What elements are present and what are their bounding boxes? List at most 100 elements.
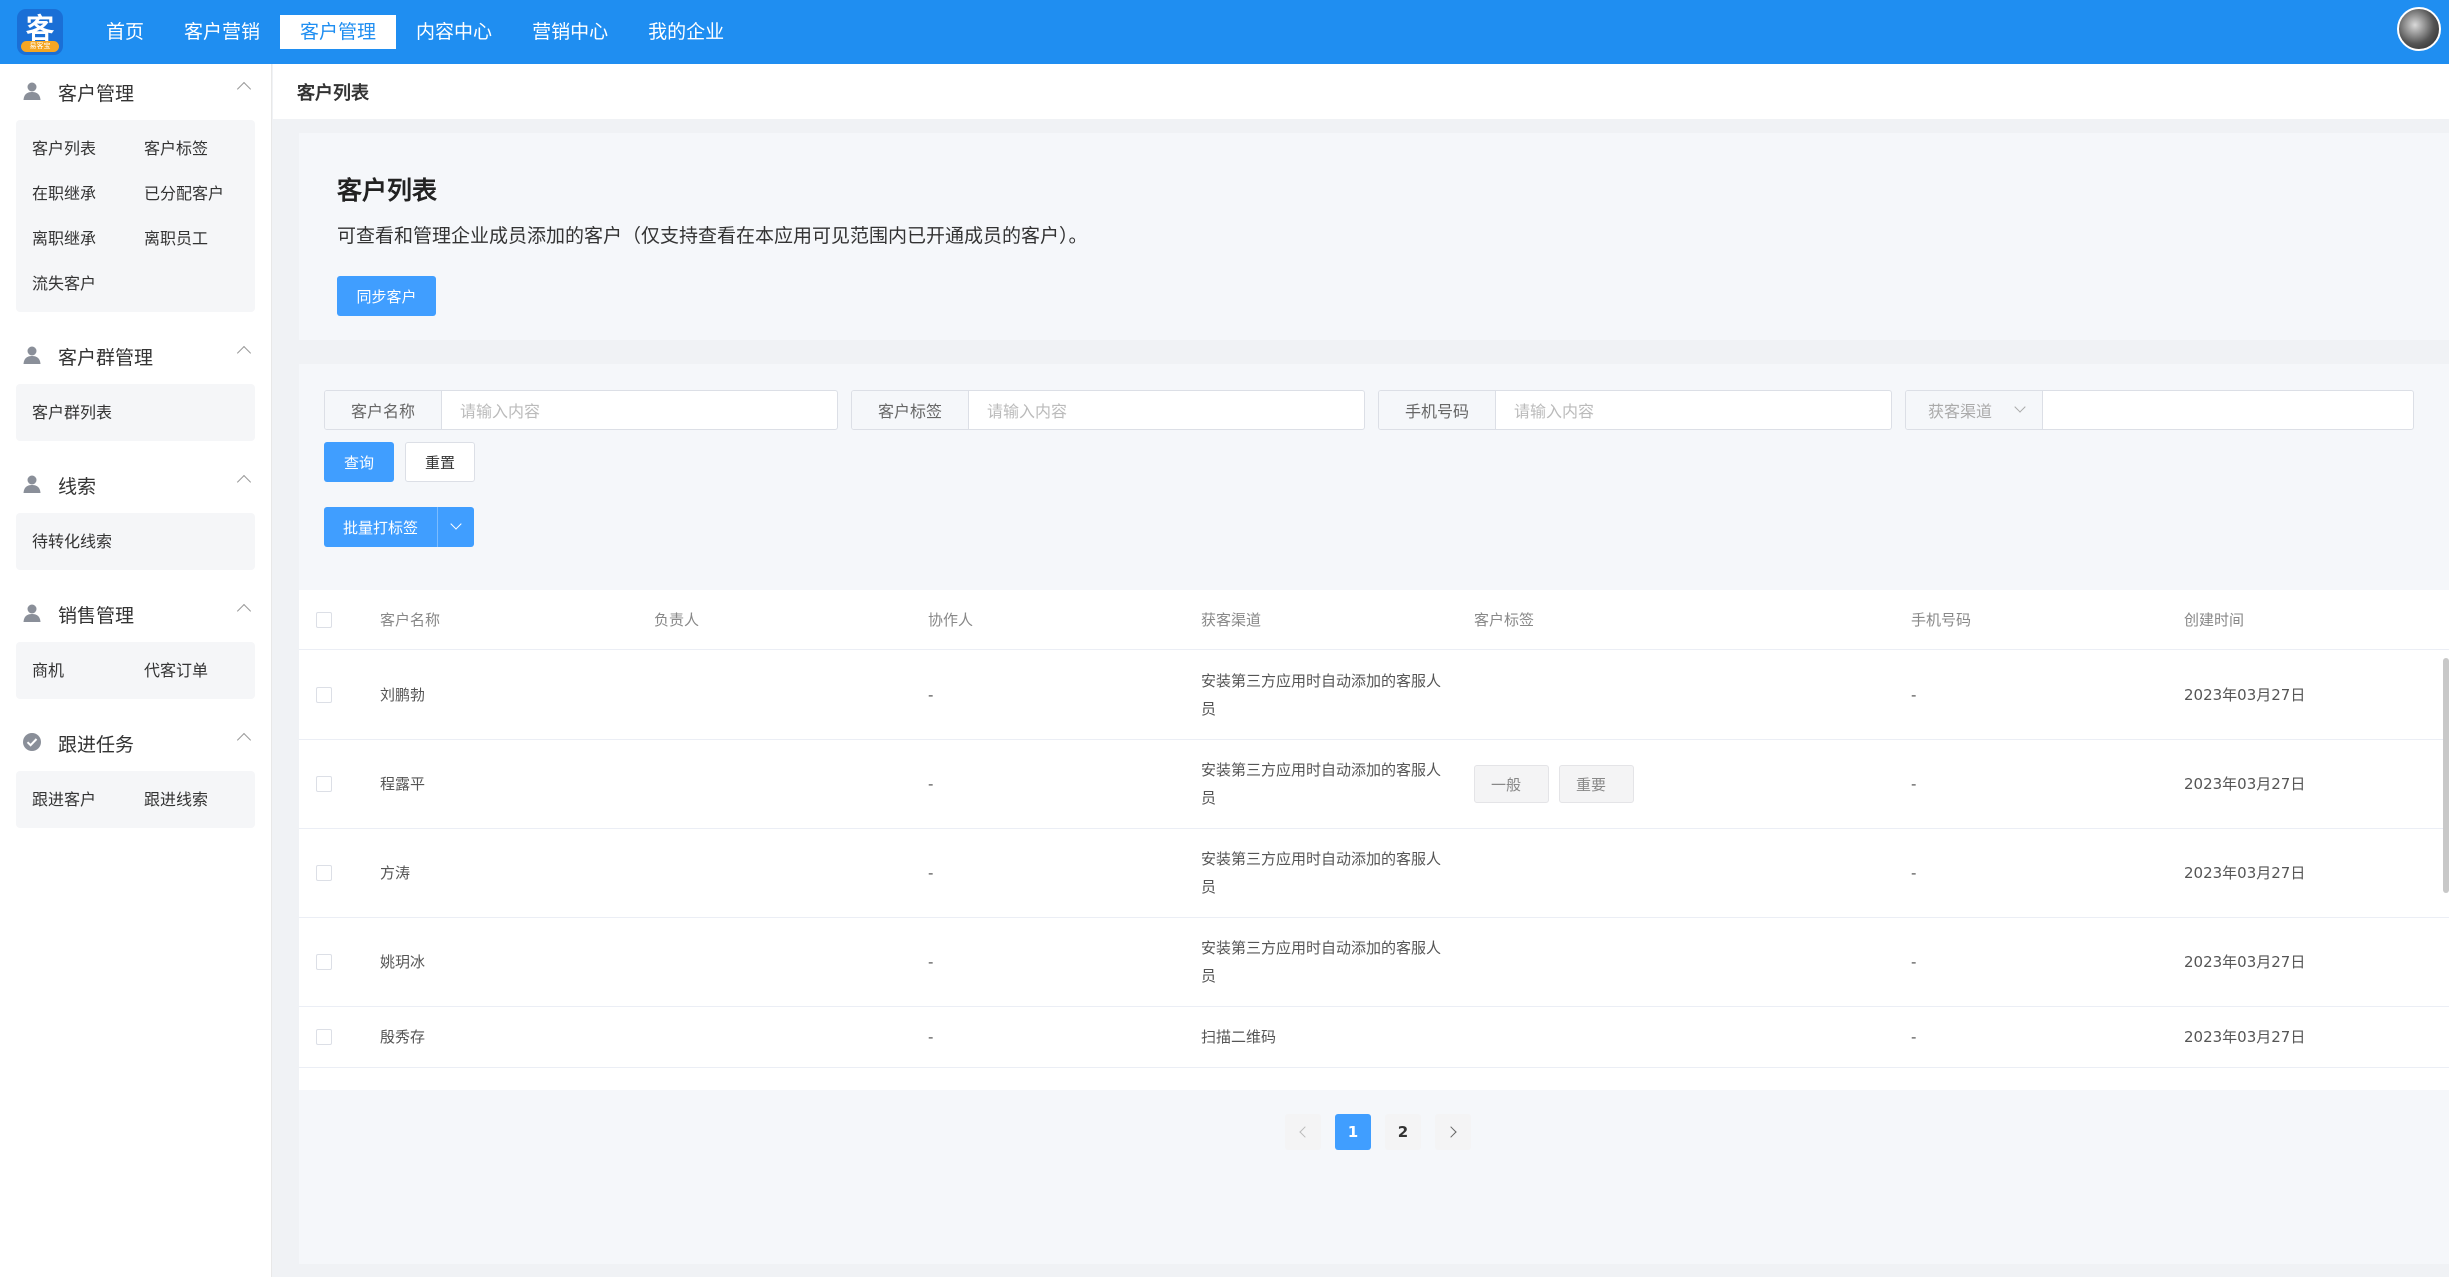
sidebar-group-items: 待转化线索	[16, 513, 255, 570]
sidebar-group-label: 客户群管理	[58, 346, 154, 369]
sidebar-item-followup-leads[interactable]: 跟进线索	[144, 777, 256, 822]
sidebar-group-label: 客户管理	[58, 82, 135, 105]
main-nav: 首页 客户营销 客户管理 内容中心 营销中心 我的企业	[86, 0, 744, 64]
row-checkbox[interactable]	[316, 687, 332, 703]
customer-list-panel: 客户名称 请输入内容 客户标签 请输入内容 手机号码 请输入内容 获客渠道 查询…	[299, 364, 2449, 1264]
next-page-button[interactable]	[1435, 1114, 1471, 1150]
logo-glyph: 客	[25, 12, 54, 45]
sidebar-item-customer-tags[interactable]: 客户标签	[144, 126, 256, 171]
user-avatar[interactable]	[2397, 7, 2441, 51]
customer-name[interactable]: 殷秀存	[380, 1023, 425, 1051]
nav-marketing-center[interactable]: 营销中心	[512, 15, 628, 49]
channel-select[interactable]: 获客渠道	[1906, 391, 2043, 429]
customer-name[interactable]: 程露平	[380, 770, 425, 798]
table-row[interactable]: 方涛 - 安装第三方应用时自动添加的客服人 员 - 2023年03月27日	[299, 829, 2449, 918]
channel-input[interactable]	[2043, 391, 2413, 429]
sidebar-item-customer-list[interactable]: 客户列表	[32, 126, 144, 171]
chevron-left-icon	[1299, 1126, 1311, 1138]
top-navbar: 客 易客宝 首页 客户营销 客户管理 内容中心 营销中心 我的企业	[0, 0, 2449, 64]
chevron-up-icon[interactable]	[236, 732, 252, 748]
sidebar-group-sales[interactable]: 销售管理	[0, 586, 271, 642]
sidebar-item-pending-leads[interactable]: 待转化线索	[32, 519, 144, 564]
chevron-up-icon[interactable]	[236, 345, 252, 361]
phone: -	[1911, 864, 1917, 882]
chevron-right-icon	[1445, 1126, 1457, 1138]
sidebar-group-leads[interactable]: 线索	[0, 457, 271, 513]
pagination: 1 2	[1285, 1114, 1485, 1150]
phone-input[interactable]: 请输入内容	[1496, 391, 1891, 429]
user-icon	[22, 345, 44, 367]
sidebar-item-onjob-inherit[interactable]: 在职继承	[32, 171, 144, 216]
sidebar-item-proxy-orders[interactable]: 代客订单	[144, 648, 256, 693]
nav-customer-marketing[interactable]: 客户营销	[164, 15, 280, 49]
customer-name[interactable]: 刘鹏勃	[380, 681, 425, 709]
batch-tag-button: 批量打标签	[324, 507, 474, 547]
created-time: 2023年03月27日	[2184, 775, 2306, 793]
breadcrumb-current: 客户列表	[297, 82, 369, 104]
column-header: 客户标签	[1474, 611, 1535, 629]
customer-tag-filter: 客户标签 请输入内容	[851, 390, 1365, 430]
sidebar-group-items: 跟进客户 跟进线索	[16, 771, 255, 828]
sidebar-item-assigned-customers[interactable]: 已分配客户	[144, 171, 256, 216]
sidebar-group-customer-management[interactable]: 客户管理	[0, 64, 271, 120]
chevron-up-icon[interactable]	[236, 474, 252, 490]
customer-name[interactable]: 方涛	[380, 859, 410, 887]
table-row[interactable]: 姚玥冰 - 安装第三方应用时自动添加的客服人 员 - 2023年03月27日	[299, 918, 2449, 1007]
chevron-down-icon[interactable]	[438, 507, 474, 547]
query-button[interactable]: 查询	[324, 442, 394, 482]
customer-table: 客户名称 负责人 协作人 获客渠道 客户标签 手机号码 创建时间 刘鹏勃 - 安…	[299, 590, 2449, 1090]
customer-name-input[interactable]: 请输入内容	[442, 391, 837, 429]
nav-home[interactable]: 首页	[86, 15, 164, 49]
filter-label: 获客渠道	[1928, 402, 1993, 421]
collaborator: -	[928, 1028, 934, 1046]
page-button[interactable]: 2	[1385, 1114, 1421, 1150]
channel: 安装第三方应用时自动添加的客服人	[1201, 939, 1442, 957]
created-time: 2023年03月27日	[2184, 953, 2306, 971]
sidebar-item-lost-customers[interactable]: 流失客户	[32, 261, 144, 306]
prev-page-button[interactable]	[1285, 1114, 1321, 1150]
sidebar-group-followup[interactable]: 跟进任务	[0, 715, 271, 771]
reset-button[interactable]: 重置	[405, 442, 475, 482]
collaborator: -	[928, 864, 934, 882]
customer-tag-input[interactable]: 请输入内容	[969, 391, 1364, 429]
select-all-checkbox[interactable]	[316, 612, 332, 628]
user-icon	[22, 603, 44, 625]
row-checkbox[interactable]	[316, 954, 332, 970]
sidebar-group-label: 跟进任务	[58, 733, 135, 756]
channel: 安装第三方应用时自动添加的客服人	[1201, 761, 1442, 779]
sidebar-group-items: 商机 代客订单	[16, 642, 255, 699]
page-button[interactable]: 1	[1335, 1114, 1371, 1150]
table-scrollbar[interactable]	[2443, 658, 2449, 893]
sync-customers-button[interactable]: 同步客户	[337, 276, 436, 316]
table-row[interactable]: 程露平 - 安装第三方应用时自动添加的客服人 员 一般 重要 - 2023年03月…	[299, 740, 2449, 829]
table-row[interactable]: 殷秀存 - 扫描二维码 - 2023年03月27日	[299, 1007, 2449, 1068]
batch-tag-main[interactable]: 批量打标签	[324, 507, 438, 547]
check-circle-icon	[22, 732, 44, 754]
channel: 安装第三方应用时自动添加的客服人	[1201, 850, 1442, 868]
nav-content-center[interactable]: 内容中心	[396, 15, 512, 49]
filter-label: 客户标签	[852, 391, 969, 429]
sidebar-item-followup-customers[interactable]: 跟进客户	[32, 777, 144, 822]
phone: -	[1911, 686, 1917, 704]
row-checkbox[interactable]	[316, 1029, 332, 1045]
nav-customer-management[interactable]: 客户管理	[280, 15, 397, 49]
phone: -	[1911, 775, 1917, 793]
chevron-up-icon[interactable]	[236, 603, 252, 619]
sidebar-group-customer-groups[interactable]: 客户群管理	[0, 328, 271, 384]
tag-badge: 重要	[1559, 765, 1634, 803]
app-logo[interactable]: 客 易客宝	[17, 9, 63, 55]
sidebar-item-resigned-inherit[interactable]: 离职继承	[32, 216, 144, 261]
table-row[interactable]: 刘鹏勃 - 安装第三方应用时自动添加的客服人 员 - 2023年03月27日	[299, 651, 2449, 740]
chevron-up-icon[interactable]	[236, 81, 252, 97]
sidebar-item-resigned-staff[interactable]: 离职员工	[144, 216, 256, 261]
sidebar-item-opportunities[interactable]: 商机	[32, 648, 144, 693]
row-checkbox[interactable]	[316, 865, 332, 881]
phone-filter: 手机号码 请输入内容	[1378, 390, 1892, 430]
breadcrumb: 客户列表	[273, 64, 2449, 119]
customer-name[interactable]: 姚玥冰	[380, 948, 425, 976]
nav-my-enterprise[interactable]: 我的企业	[628, 15, 744, 49]
row-checkbox[interactable]	[316, 776, 332, 792]
sidebar-item-group-list[interactable]: 客户群列表	[32, 390, 144, 435]
page-title: 客户列表	[337, 176, 438, 205]
user-icon	[22, 81, 44, 103]
